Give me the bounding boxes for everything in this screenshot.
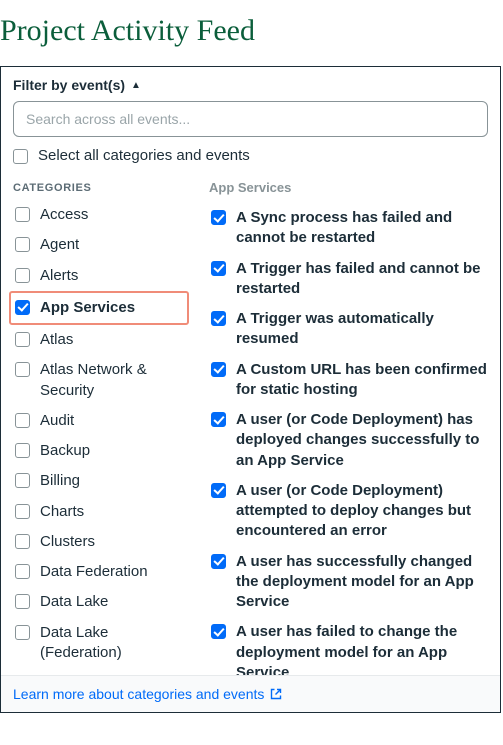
category-item[interactable]: Alerts [13, 261, 189, 291]
select-all-row[interactable]: Select all categories and events [13, 147, 488, 164]
category-checkbox[interactable] [15, 300, 30, 315]
event-checkbox[interactable] [211, 311, 226, 326]
category-label: Agent [40, 235, 187, 255]
filter-header[interactable]: Filter by event(s) ▲ [13, 77, 488, 93]
category-checkbox[interactable] [15, 268, 30, 283]
categories-heading: CATEGORIES [13, 182, 189, 194]
learn-more-link[interactable]: Learn more about categories and events [13, 686, 282, 702]
filter-panel: Filter by event(s) ▲ Select all categori… [0, 66, 501, 713]
categories-column[interactable]: CATEGORIES Access Agent Alerts App Services… [1, 170, 197, 675]
category-item[interactable]: Access [13, 200, 189, 230]
category-item[interactable]: Billing [13, 466, 189, 496]
event-label: A user (or Code Deployment) has deployed… [236, 410, 488, 471]
category-item[interactable]: Maintenance [13, 668, 189, 675]
event-label: A Sync process has failed and cannot be … [236, 208, 488, 249]
external-link-icon [270, 688, 282, 700]
category-label: Access [40, 205, 187, 225]
category-label: Clusters [40, 532, 187, 552]
category-checkbox[interactable] [15, 443, 30, 458]
category-label: Atlas Network & Security [40, 360, 187, 401]
events-column[interactable]: App Services A Sync process has failed a… [197, 170, 500, 675]
event-item[interactable]: A Trigger has failed and cannot be resta… [209, 254, 490, 305]
columns: CATEGORIES Access Agent Alerts App Services… [1, 170, 500, 675]
event-label: A Trigger was automatically resumed [236, 309, 488, 350]
event-checkbox[interactable] [211, 261, 226, 276]
category-checkbox[interactable] [15, 534, 30, 549]
event-item[interactable]: A Sync process has failed and cannot be … [209, 203, 490, 254]
category-checkbox[interactable] [15, 564, 30, 579]
category-label: Data Lake [40, 592, 187, 612]
category-label: App Services [40, 298, 183, 318]
category-item[interactable]: Audit [13, 406, 189, 436]
learn-more-label: Learn more about categories and events [13, 686, 264, 702]
category-item[interactable]: Agent [13, 230, 189, 260]
category-item[interactable]: Clusters [13, 527, 189, 557]
category-item[interactable]: Data Lake [13, 587, 189, 617]
collapse-icon: ▲ [131, 80, 141, 91]
category-checkbox[interactable] [15, 207, 30, 222]
category-checkbox[interactable] [15, 473, 30, 488]
category-checkbox[interactable] [15, 625, 30, 640]
category-label: Data Lake (Federation) [40, 623, 187, 664]
event-label: A Custom URL has been confirmed for stat… [236, 360, 488, 401]
category-label: Maintenance [40, 673, 187, 675]
event-label: A user (or Code Deployment) attempted to… [236, 481, 488, 542]
event-item[interactable]: A user has successfully changed the depl… [209, 547, 490, 618]
category-item[interactable]: Atlas Network & Security [13, 355, 189, 406]
category-item[interactable]: Backup [13, 436, 189, 466]
event-item[interactable]: A user (or Code Deployment) has deployed… [209, 405, 490, 476]
search-input[interactable] [26, 111, 475, 127]
category-checkbox[interactable] [15, 504, 30, 519]
category-label: Alerts [40, 266, 187, 286]
event-item[interactable]: A user (or Code Deployment) attempted to… [209, 476, 490, 547]
event-checkbox[interactable] [211, 210, 226, 225]
event-item[interactable]: A user has failed to change the deployme… [209, 617, 490, 675]
select-all-label: Select all categories and events [38, 147, 250, 164]
category-checkbox[interactable] [15, 332, 30, 347]
category-label: Atlas [40, 330, 187, 350]
category-item[interactable]: Atlas [13, 325, 189, 355]
category-checkbox[interactable] [15, 237, 30, 252]
category-item[interactable]: App Services [9, 291, 189, 325]
panel-top: Filter by event(s) ▲ Select all categori… [1, 67, 500, 170]
category-checkbox[interactable] [15, 413, 30, 428]
category-label: Backup [40, 441, 187, 461]
event-label: A Trigger has failed and cannot be resta… [236, 259, 488, 300]
select-all-checkbox[interactable] [13, 149, 28, 164]
category-label: Audit [40, 411, 187, 431]
category-item[interactable]: Charts [13, 497, 189, 527]
event-checkbox[interactable] [211, 624, 226, 639]
filter-label: Filter by event(s) [13, 77, 125, 93]
event-checkbox[interactable] [211, 412, 226, 427]
event-item[interactable]: A Custom URL has been confirmed for stat… [209, 355, 490, 406]
category-checkbox[interactable] [15, 362, 30, 377]
category-label: Billing [40, 471, 187, 491]
page-title: Project Activity Feed [0, 0, 503, 66]
event-label: A user has successfully changed the depl… [236, 552, 488, 613]
event-item[interactable]: A Trigger was automatically resumed [209, 304, 490, 355]
category-checkbox[interactable] [15, 594, 30, 609]
event-checkbox[interactable] [211, 362, 226, 377]
event-checkbox[interactable] [211, 554, 226, 569]
event-label: A user has failed to change the deployme… [236, 622, 488, 675]
category-label: Data Federation [40, 562, 187, 582]
event-checkbox[interactable] [211, 483, 226, 498]
events-heading: App Services [209, 180, 490, 195]
category-item[interactable]: Data Lake (Federation) [13, 618, 189, 669]
category-item[interactable]: Data Federation [13, 557, 189, 587]
panel-footer: Learn more about categories and events [1, 675, 500, 712]
category-label: Charts [40, 502, 187, 522]
search-field-wrap[interactable] [13, 101, 488, 137]
